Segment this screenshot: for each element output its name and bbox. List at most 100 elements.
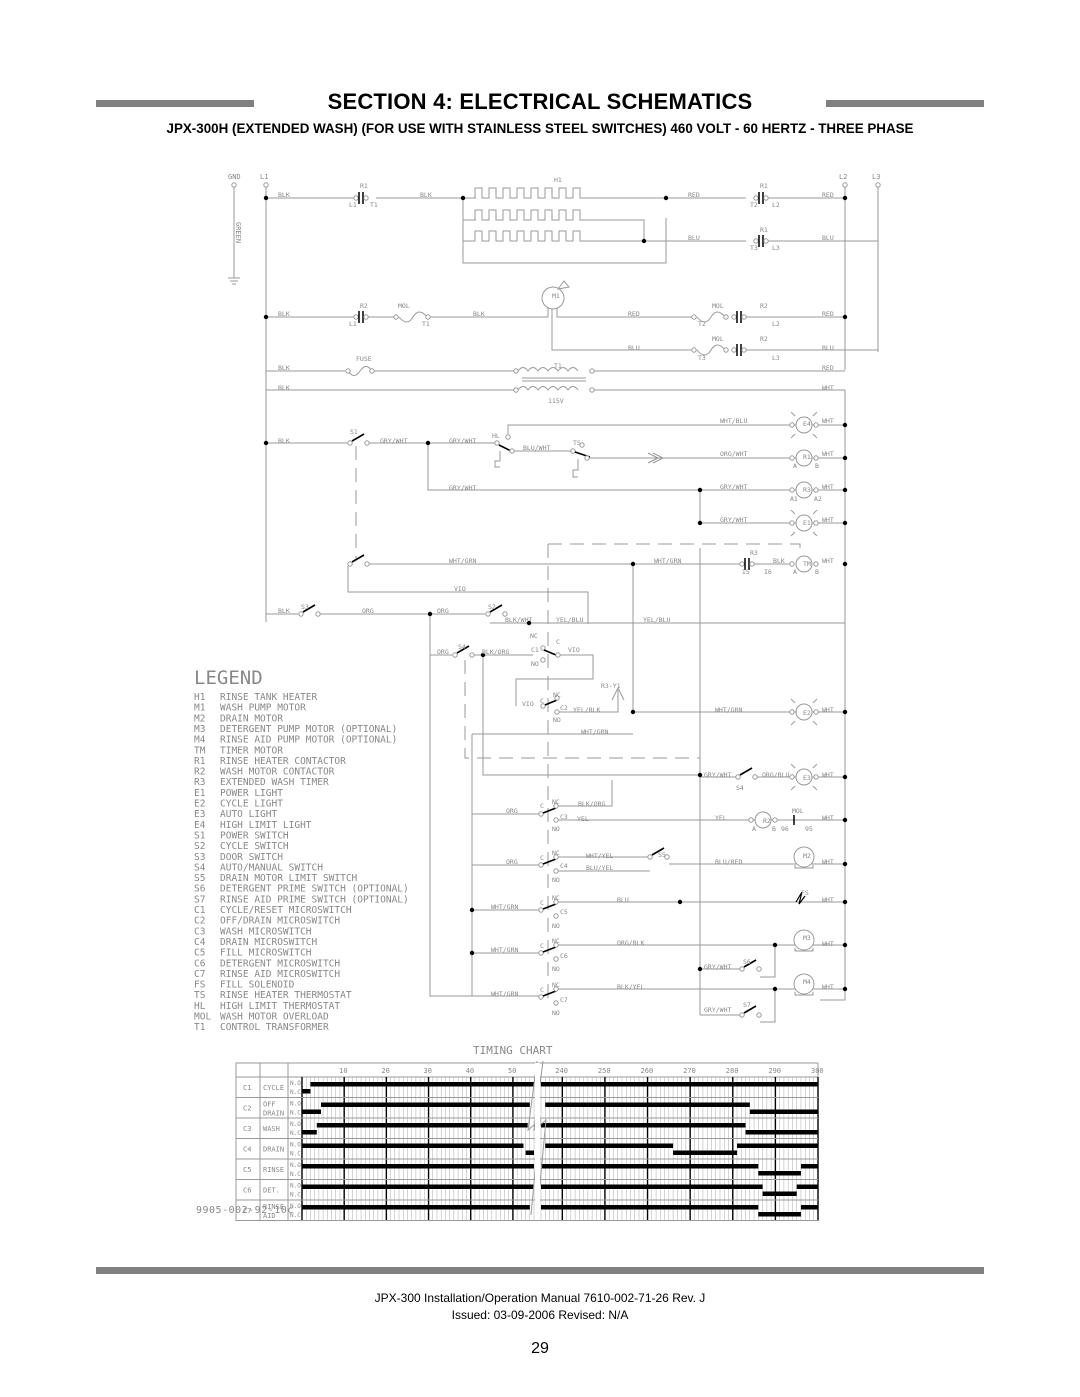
wire-label: WHT/GRN (715, 706, 742, 714)
junction-dot (663, 195, 669, 201)
legend-code: M4 (194, 735, 206, 746)
timing-segment-nc (745, 1130, 818, 1135)
junction-dot (263, 195, 269, 201)
wire-label: NC (552, 937, 560, 945)
mol-t2-terminal-a (691, 314, 697, 320)
timing-segment-no (737, 1143, 818, 1148)
wire-label: NC (552, 798, 560, 806)
legend-code: S1 (194, 830, 206, 841)
tick-label: 300 (811, 1067, 824, 1075)
timing-segment-no (545, 1102, 750, 1107)
wire-label: BLK (773, 557, 785, 565)
wire (462, 198, 476, 221)
wire-label: NO (552, 965, 560, 973)
supply-terminal-l1 (263, 182, 269, 188)
wire-label: L3 (772, 354, 780, 362)
light-ray-icon (812, 531, 818, 537)
wire-label: ORG (437, 648, 449, 656)
timing-segment-no (541, 1164, 759, 1169)
legend-desc: RINSE AID MICROSWITCH (220, 969, 340, 980)
r1-l2-terminal-a (753, 195, 759, 201)
wire-label: ORG (437, 607, 449, 615)
timing-chart: TIMING CHART 10 20 30 40 50 240 250 260 270 280 290… (235, 1044, 824, 1221)
timing-row-name: DET. (263, 1187, 280, 1195)
wire-label: L2 (772, 201, 780, 209)
tm-timer-motor-icon-terminal (813, 561, 819, 567)
wire-label: L2 (772, 320, 780, 328)
wire-label: WHT/GRN (449, 557, 476, 565)
timing-segment-nc (302, 1109, 321, 1114)
legend-code: C2 (194, 916, 205, 927)
light-ray-icon (790, 785, 796, 791)
legend-desc: FILL SOLENOID (220, 980, 295, 991)
light-ray-icon (790, 531, 796, 537)
timing-row-name: OFF (263, 1101, 276, 1109)
wire-label: NC (530, 632, 538, 640)
timing-segment-nc (302, 1089, 311, 1094)
tick-label: 240 (555, 1067, 568, 1075)
wire-label: BLK/ORG (482, 648, 509, 656)
heater-element-icon (463, 230, 591, 242)
light-ray-icon (812, 433, 818, 439)
legend-code: E3 (194, 809, 205, 820)
c3-terminal-c (538, 811, 544, 817)
legend-desc: DETERGENT MICROSWITCH (220, 958, 340, 969)
wire-label: BLU (822, 344, 834, 352)
legend-code: S6 (194, 884, 206, 895)
mol-t3-terminal-a (691, 347, 697, 353)
wire-label: 95 (805, 825, 813, 833)
r1-l3-terminal-a (753, 238, 759, 244)
wire-label: WHT (822, 557, 834, 565)
c7-terminal-c (538, 994, 544, 1000)
mol-t2-terminal-b (723, 314, 729, 320)
wire-label: A (752, 825, 756, 833)
c4-terminal-no (553, 868, 559, 874)
timing-segment-no (541, 1082, 818, 1087)
wire-label: BLU (688, 234, 700, 242)
timing-segment-no (302, 1205, 530, 1210)
c1-terminal-no (540, 657, 546, 663)
e3-auto-light-icon-terminal (813, 774, 819, 780)
wire-label: WHT/GRN (654, 557, 681, 565)
s4-second-pole-terminal-b (752, 774, 758, 780)
legend-desc: EXTENDED WASH TIMER (220, 777, 329, 788)
legend-code: M2 (194, 713, 205, 724)
motor-pump-icon (556, 280, 570, 290)
legend-code: C7 (194, 969, 205, 980)
fuse-terminal (369, 368, 375, 374)
manual-reference: JPX-300 Installation/Operation Manual 76… (374, 1291, 706, 1305)
wire-label: VIO (568, 646, 580, 654)
r3-contact-terminal-a (739, 561, 745, 567)
wire-label: VIO (522, 700, 534, 708)
wire-label: R1 (760, 226, 768, 234)
wire (265, 317, 345, 372)
wire-label: R3-Y1 (601, 682, 621, 690)
e1-power-light-icon-terminal (789, 520, 795, 526)
c6-terminal-c (538, 950, 544, 956)
r2-l2-terminal-b (741, 314, 747, 320)
wire (430, 306, 549, 318)
wire-label: S6 (743, 958, 751, 966)
wire-label: BLK (420, 191, 432, 199)
r3-contact-terminal-b (749, 561, 755, 567)
supply-terminal-l2 (842, 182, 848, 188)
wire-label: ORG/BLK (617, 939, 644, 947)
c4-blade (542, 858, 557, 865)
legend-desc: RINSE AID PUMP MOTOR (OPTIONAL) (220, 735, 397, 746)
wire-label: R3 (750, 549, 758, 557)
terminal-label-l3: L3 (872, 173, 880, 181)
wire-label: NC (552, 894, 560, 902)
s1-power-switch-terminal-a (347, 440, 353, 446)
light-ray-icon (812, 785, 818, 791)
footer-rule (96, 1267, 984, 1274)
wire-label: GRY/WHT (704, 1006, 731, 1014)
light-ray-icon (812, 509, 818, 515)
wire-label: ORG/BLU (762, 771, 789, 779)
wire-label: R3 (803, 486, 811, 494)
s1-second-pole-blade (351, 554, 365, 563)
ts-bulb-icon (572, 459, 579, 478)
r2-l1-terminal-a (353, 314, 359, 320)
timing-segment-no (541, 1184, 763, 1189)
r2-l2-terminal-a (731, 314, 737, 320)
wire-label: T2 (750, 201, 758, 209)
